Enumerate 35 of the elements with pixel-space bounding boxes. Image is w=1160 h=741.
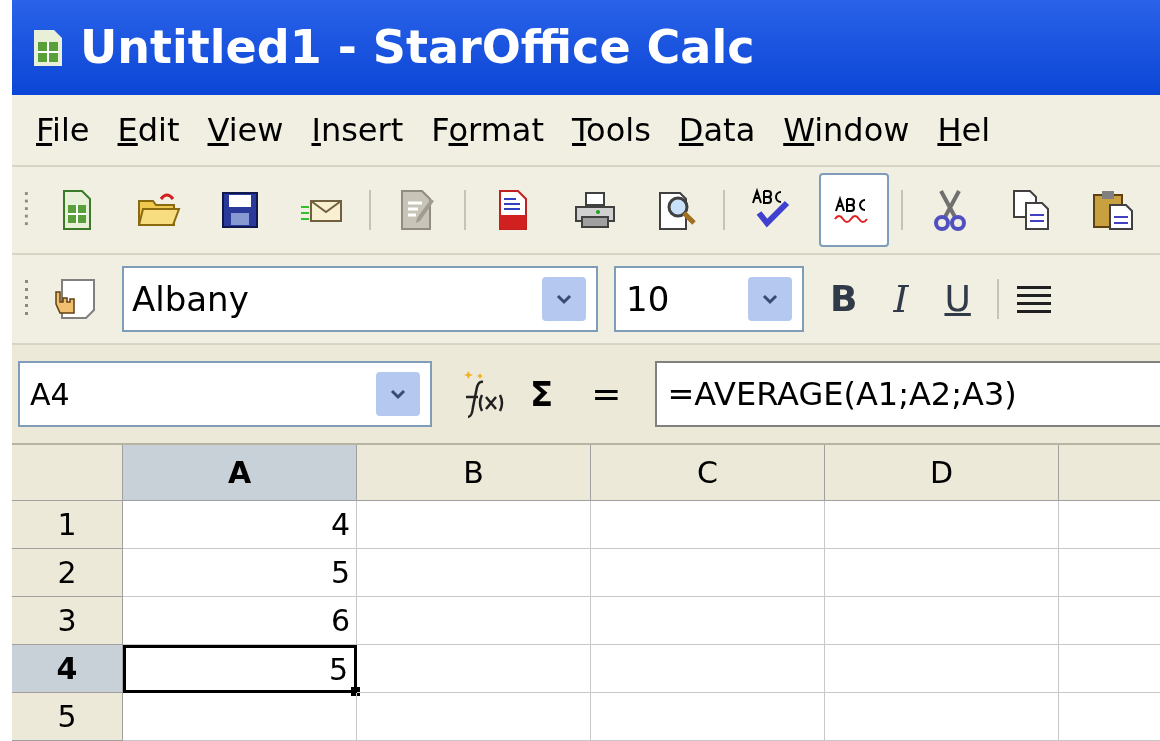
table-cell: 4 [123,501,357,549]
menu-item[interactable]: Data [676,106,758,154]
column-header[interactable]: D [825,445,1059,501]
window-title: Untitled1 - StarOffice Calc [80,19,755,76]
underline-button[interactable]: U [934,272,981,326]
table-cell: 5 [123,645,357,693]
menu-item[interactable]: Tools [570,106,653,154]
sum-button[interactable]: Σ [526,368,558,420]
menu-item[interactable]: Window [781,106,912,154]
toolbar-button[interactable] [819,173,889,247]
row-header[interactable]: 2 [12,549,123,597]
menu-item[interactable]: Insert [309,106,406,154]
menu-item[interactable]: Hel [935,106,993,154]
function-button[interactable]: = [579,367,634,421]
formula-input[interactable]: =AVERAGE(A1;A2;A3) [655,361,1160,427]
font-size-box[interactable]: 10 [614,266,804,332]
menu-item[interactable]: Format [429,106,546,154]
table-cell: 5 [123,549,357,597]
row-header[interactable]: 4 [12,645,123,693]
row-header[interactable]: 1 [12,501,123,549]
name-box[interactable]: A4 [18,361,432,427]
column-header[interactable]: C [591,445,825,501]
fill-handle-icon[interactable] [351,687,360,696]
column-header[interactable]: B [357,445,591,501]
menu-item[interactable]: File [34,106,92,154]
bold-button[interactable]: B [820,272,868,326]
font-name-box[interactable]: Albany [122,266,598,332]
table-cell: 6 [123,597,357,645]
menu-item[interactable]: Edit [115,106,182,154]
column-header[interactable]: A [123,445,357,501]
align-left-icon[interactable] [1014,284,1051,314]
row-header[interactable]: 5 [12,693,123,741]
italic-button[interactable]: I [883,270,919,328]
row-header[interactable]: 3 [12,597,123,645]
menu-item[interactable]: View [205,106,286,154]
